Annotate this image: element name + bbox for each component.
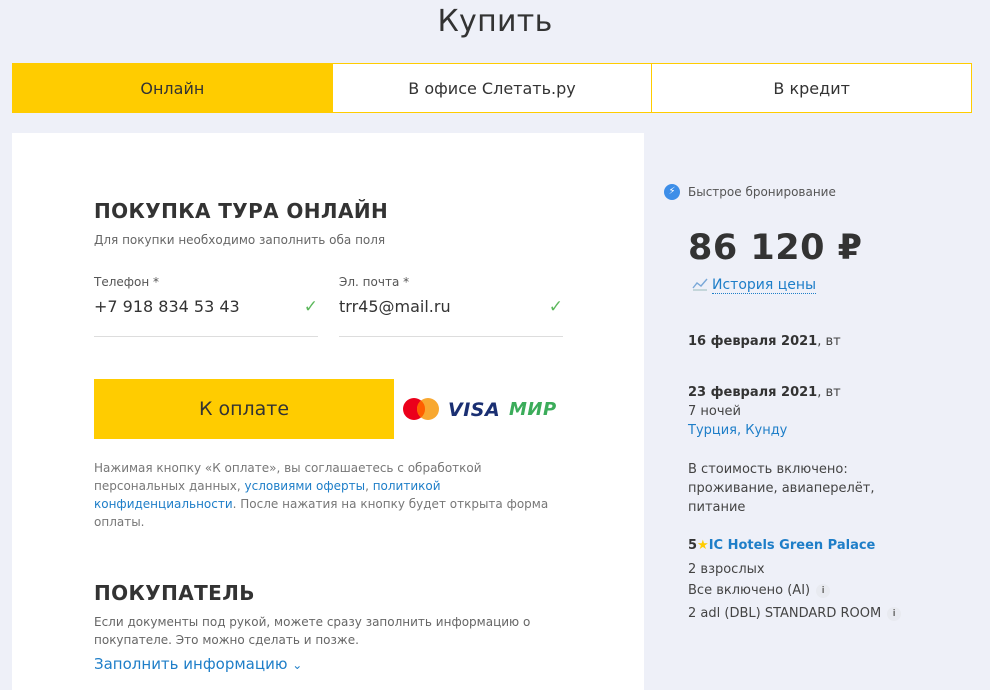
tab-credit[interactable]: В кредит [651,64,971,112]
hotel-name-link[interactable]: IC Hotels Green Palace [709,538,876,553]
room-type: 2 adl (DBL) STANDARD ROOM i [688,604,902,623]
fast-booking-label: Быстрое бронирование [688,185,836,199]
form-hint: Для покупки необходимо заполнить оба пол… [94,233,386,247]
destination-link[interactable]: Турция, Кунду [688,421,787,440]
phone-label: Телефон * [94,275,160,289]
page-title: Купить [437,4,553,39]
included-label: В стоимость включено: [688,462,848,477]
tour-price: 86 120 ₽ [688,228,863,268]
lightning-icon: ⚡ [664,184,680,200]
star-icon: ★ [697,538,709,553]
meal-plan: Все включено (AI) i [688,581,831,600]
purchase-form-card: ПОКУПКА ТУРА ОНЛАЙН Для покупки необходи… [12,133,644,690]
email-label: Эл. почта * [339,275,410,289]
included-value: проживание, авиаперелёт, питание [688,481,875,515]
check-icon: ✓ [548,297,563,317]
info-icon[interactable]: i [816,584,831,598]
email-value[interactable]: trr45@mail.ru [339,297,451,316]
offer-terms-link[interactable]: условиями оферты [245,479,366,493]
email-field[interactable]: Эл. почта * trr45@mail.ru ✓ [339,275,563,337]
agreement-text: Нажимая кнопку «К оплате», вы соглашаете… [94,461,549,529]
line-chart-icon [692,278,708,291]
guests: 2 взрослых [688,562,765,577]
return-date: 23 февраля 2021, вт [688,385,841,400]
chevron-down-icon: ⌄ [292,658,303,672]
check-icon: ✓ [303,297,318,317]
pay-button[interactable]: К оплате [94,379,394,439]
fill-info-link[interactable]: Заполнить информацию ⌄ [94,655,302,673]
tab-office[interactable]: В офисе Слетать.ру [331,64,652,112]
phone-field[interactable]: Телефон * +7 918 834 53 43 ✓ [94,275,318,337]
buyer-title: ПОКУПАТЕЛЬ [94,581,255,605]
buyer-hint: Если документы под рукой, можете сразу з… [94,615,531,647]
mastercard-icon [403,398,439,420]
mir-logo: МИР [509,399,557,420]
departure-date: 16 февраля 2021, вт [688,334,841,349]
info-icon[interactable]: i [887,607,902,621]
nights-count: 7 ночей [688,404,741,419]
form-title: ПОКУПКА ТУРА ОНЛАЙН [94,199,389,223]
hotel-title: 5★IC Hotels Green Palace [688,538,876,553]
price-history-link[interactable]: История цены [692,277,817,294]
phone-value[interactable]: +7 918 834 53 43 [94,297,240,316]
tab-online[interactable]: Онлайн [13,64,332,112]
visa-logo: VISA [448,399,501,421]
purchase-tabs: Онлайн В офисе Слетать.ру В кредит [12,63,972,113]
